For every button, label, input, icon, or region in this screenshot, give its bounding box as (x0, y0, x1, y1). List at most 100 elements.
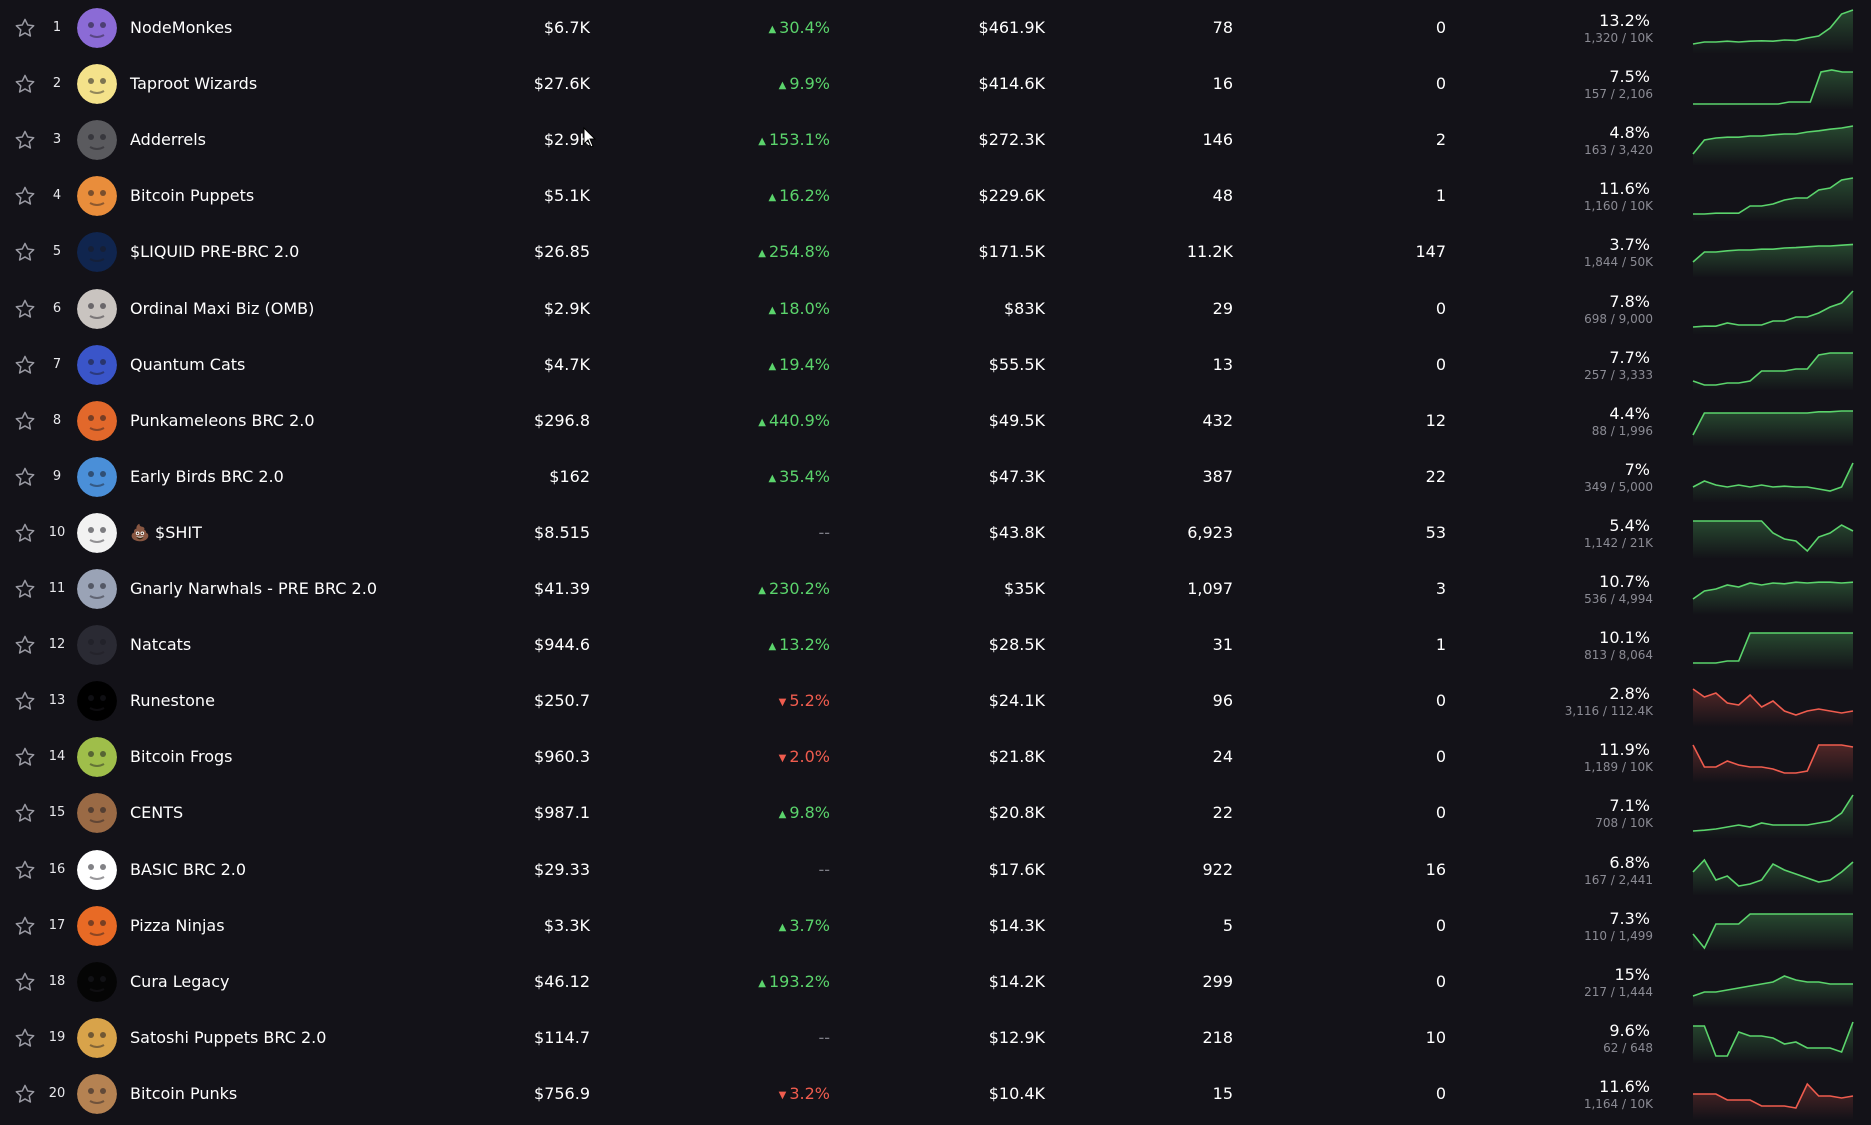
star-outline-icon[interactable] (14, 746, 36, 768)
price-change: ▲ 440.9% (700, 393, 830, 452)
table-row[interactable]: 5 $LIQUID PRE-BRC 2.0 $26.85 ▲ 254.8% $17… (0, 224, 1871, 280)
collection-name[interactable]: Bitcoin Frogs (130, 729, 233, 785)
collection-avatar[interactable] (77, 232, 117, 273)
mouse-pointer-icon (583, 127, 597, 148)
collection-name[interactable]: Adderrels (130, 112, 206, 168)
star-outline-icon[interactable] (14, 1027, 36, 1049)
price-change-value: 9.9% (789, 74, 830, 94)
collection-avatar[interactable] (77, 849, 117, 890)
star-outline-icon[interactable] (14, 354, 36, 376)
price-sparkline (1692, 125, 1854, 167)
table-row[interactable]: 7 Quantum Cats $4.7K ▲ 19.4% $55.5K 13 0 … (0, 337, 1871, 393)
listed-percent: 11.6% (1599, 179, 1650, 199)
sales-count: 922 (1202, 859, 1233, 879)
star-outline-icon[interactable] (14, 859, 36, 881)
collection-avatar[interactable] (77, 344, 117, 385)
collection-name[interactable]: 💩 $SHIT (130, 505, 202, 561)
collection-name[interactable]: Runestone (130, 673, 215, 729)
table-row[interactable]: 9 Early Birds BRC 2.0 $162 ▲ 35.4% $47.3K… (0, 449, 1871, 505)
table-row[interactable]: 13 Runestone $250.7 ▼ 5.2% $24.1K 96 0 2.… (0, 673, 1871, 729)
price-change-value: 3.2% (789, 1083, 830, 1103)
floor-price: $960.3 (534, 747, 590, 767)
listed-ratio: 163 / 3,420 (1584, 143, 1653, 158)
listed-count: 0 (1435, 915, 1446, 935)
table-row[interactable]: 15 CENTS $987.1 ▲ 9.8% $20.8K 22 0 7.1% 7… (0, 785, 1871, 841)
star-outline-icon[interactable] (14, 634, 36, 656)
collection-name[interactable]: Natcats (130, 617, 191, 673)
collection-avatar[interactable] (77, 737, 117, 778)
star-outline-icon[interactable] (14, 298, 36, 320)
collection-name[interactable]: Satoshi Puppets BRC 2.0 (130, 1010, 326, 1066)
table-row[interactable]: 8 Punkameleons BRC 2.0 $296.8 ▲ 440.9% $4… (0, 393, 1871, 449)
price-change-value: 5.2% (789, 691, 830, 711)
collection-avatar[interactable] (77, 569, 117, 609)
star-outline-icon[interactable] (14, 73, 36, 95)
collection-name[interactable]: NodeMonkes (130, 0, 232, 56)
table-row[interactable]: 20 Bitcoin Punks $756.9 ▼ 3.2% $10.4K 15 … (0, 1066, 1871, 1122)
collection-avatar[interactable] (77, 1017, 117, 1058)
collection-name[interactable]: Early Birds BRC 2.0 (130, 449, 284, 505)
collection-avatar[interactable] (77, 288, 117, 329)
collection-avatar[interactable] (77, 961, 117, 1002)
table-row[interactable]: 3 Adderrels $2.9K ▲ 153.1% $272.3K 146 2 … (0, 112, 1871, 168)
star-outline-icon[interactable] (14, 410, 36, 432)
table-row[interactable]: 11 Gnarly Narwhals - PRE BRC 2.0 $41.39 … (0, 561, 1871, 617)
table-row[interactable]: 19 Satoshi Puppets BRC 2.0 $114.7 -- $12… (0, 1010, 1871, 1066)
collection-avatar[interactable] (77, 625, 117, 666)
table-row[interactable]: 6 Ordinal Maxi Biz (OMB) $2.9K ▲ 18.0% $8… (0, 281, 1871, 337)
table-row[interactable]: 16 BASIC BRC 2.0 $29.33 -- $17.6K 922 16… (0, 842, 1871, 898)
table-row[interactable]: 12 Natcats $944.6 ▲ 13.2% $28.5K 31 1 10.… (0, 617, 1871, 673)
table-row[interactable]: 17 Pizza Ninjas $3.3K ▲ 3.7% $14.3K 5 0 7… (0, 898, 1871, 954)
collection-name[interactable]: Gnarly Narwhals - PRE BRC 2.0 (130, 561, 377, 617)
star-outline-icon[interactable] (14, 185, 36, 207)
star-outline-icon[interactable] (14, 971, 36, 993)
collection-avatar[interactable] (77, 1073, 117, 1114)
table-row[interactable]: 18 Cura Legacy $46.12 ▲ 193.2% $14.2K 299… (0, 954, 1871, 1010)
collection-name[interactable]: Cura Legacy (130, 954, 229, 1010)
collection-avatar[interactable] (77, 120, 117, 161)
listed-count: 3 (1435, 579, 1446, 598)
change-arrow-icon: ▲ (758, 977, 766, 989)
collection-avatar[interactable] (77, 793, 117, 834)
collection-name[interactable]: BASIC BRC 2.0 (130, 842, 246, 898)
star-outline-icon[interactable] (14, 466, 36, 488)
collection-avatar[interactable] (77, 905, 117, 946)
table-row[interactable]: 2 Taproot Wizards $27.6K ▲ 9.9% $414.6K 1… (0, 56, 1871, 112)
price-change: ▲ 9.9% (700, 56, 830, 115)
star-outline-icon[interactable] (14, 17, 36, 39)
collection-avatar[interactable] (77, 176, 117, 217)
star-outline-icon[interactable] (14, 690, 36, 712)
collection-avatar[interactable] (77, 400, 117, 441)
star-outline-icon[interactable] (14, 241, 36, 263)
floor-price: $46.12 (534, 971, 590, 991)
collection-avatar[interactable] (77, 64, 117, 105)
table-row[interactable]: 4 Bitcoin Puppets $5.1K ▲ 16.2% $229.6K 4… (0, 168, 1871, 224)
collection-name[interactable]: $LIQUID PRE-BRC 2.0 (130, 224, 299, 280)
collection-name[interactable]: Bitcoin Punks (130, 1066, 237, 1122)
collection-name[interactable]: Ordinal Maxi Biz (OMB) (130, 281, 314, 337)
star-outline-icon[interactable] (14, 1083, 36, 1105)
collection-avatar[interactable] (77, 512, 117, 553)
sales-count: 11.2K (1186, 242, 1233, 262)
volume: $272.3K (978, 130, 1045, 150)
collection-avatar[interactable] (77, 681, 117, 722)
price-sparkline (1693, 69, 1853, 111)
listed-count: 1 (1435, 186, 1446, 206)
collection-name[interactable]: Punkameleons BRC 2.0 (130, 393, 315, 449)
collection-avatar[interactable] (77, 8, 117, 48)
star-outline-icon[interactable] (14, 522, 36, 544)
star-outline-icon[interactable] (14, 129, 36, 151)
collection-avatar[interactable] (77, 456, 117, 497)
collection-name[interactable]: Quantum Cats (130, 337, 245, 393)
collection-name[interactable]: Pizza Ninjas (130, 898, 225, 954)
collection-name[interactable]: Bitcoin Puppets (130, 168, 254, 224)
star-outline-icon[interactable] (14, 578, 36, 600)
table-row[interactable]: 10 💩 $SHIT $8.515 -- $43.8K 6,923 53 5.4… (0, 505, 1871, 561)
collection-name[interactable]: CENTS (130, 785, 183, 841)
star-outline-icon[interactable] (14, 915, 36, 937)
collection-name[interactable]: Taproot Wizards (130, 56, 257, 112)
price-change: ▲ 18.0% (700, 281, 830, 340)
table-row[interactable]: 1 NodeMonkes $6.7K ▲ 30.4% $461.9K 78 0 1… (0, 0, 1871, 56)
star-outline-icon[interactable] (14, 802, 36, 824)
table-row[interactable]: 14 Bitcoin Frogs $960.3 ▼ 2.0% $21.8K 24 … (0, 729, 1871, 785)
